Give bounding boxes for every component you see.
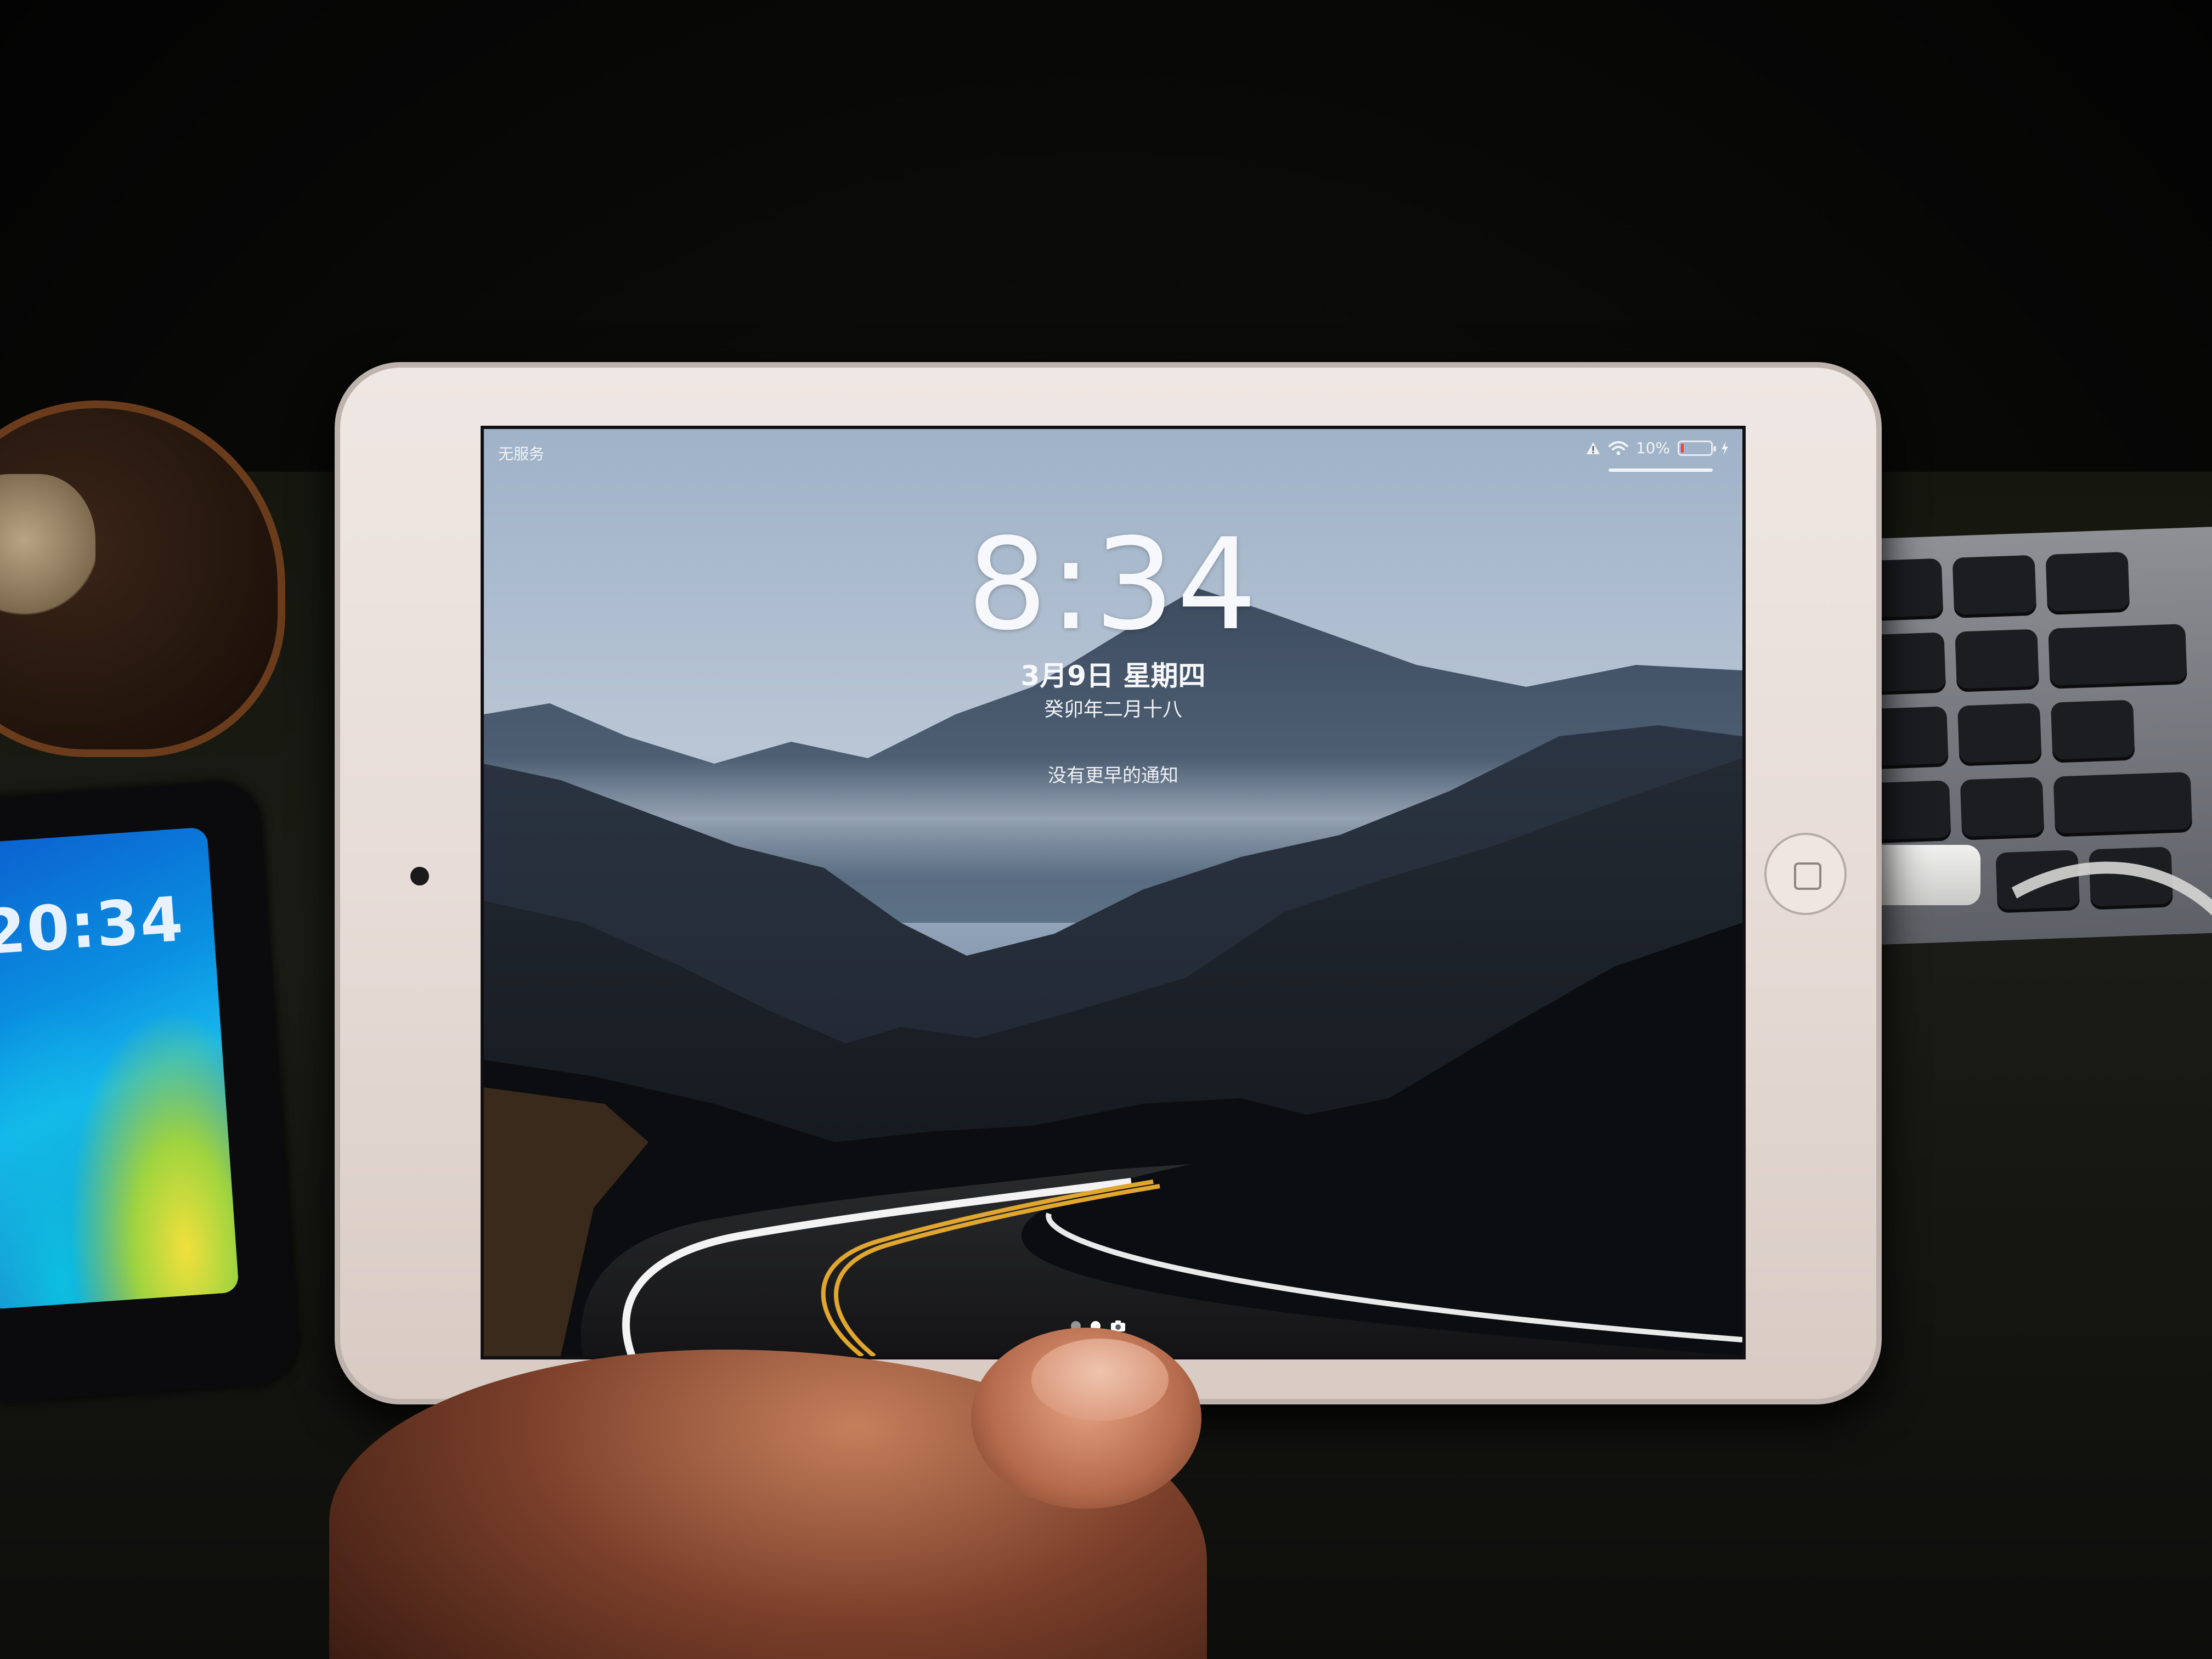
wifi-icon (1608, 441, 1628, 456)
keyboard-key (1952, 555, 2037, 618)
phone-screen: 20:34 (0, 827, 240, 1310)
cable-plug (1865, 845, 1980, 905)
keyboard-key (2045, 551, 2130, 615)
home-button-square-icon (1794, 862, 1821, 890)
keyboard-key (1960, 777, 2045, 840)
battery-cap (1713, 445, 1716, 452)
notification-center-empty-text[interactable]: 没有更早的通知 (484, 760, 1742, 787)
carrier-label: 无服务 (498, 445, 545, 463)
ipad-device: 无服务 10% 8:34 3月9日 星期四 癸卯年二月十八 没有更早的通知 (335, 362, 1882, 1404)
ipad-screen[interactable]: 无服务 10% 8:34 3月9日 星期四 癸卯年二月十八 没有更早的通知 (481, 426, 1746, 1359)
home-button[interactable] (1764, 833, 1847, 915)
keyboard-key (1957, 703, 2042, 766)
lock-screen-date: 3月9日 星期四 (1020, 660, 1206, 692)
front-camera (410, 867, 429, 885)
astronaut-print (0, 474, 95, 639)
photo-scene: 20:34 无服务 10% 8:34 3月9日 星期四 癸卯年二月十八 没有更早… (0, 0, 2212, 1659)
keyboard-key (2050, 699, 2135, 763)
battery-percent: 10% (1635, 439, 1670, 457)
phone-clock: 20:34 (0, 883, 187, 969)
charging-bolt-icon (1720, 441, 1729, 456)
keyboard-key (1955, 629, 2040, 692)
status-underline (1609, 469, 1713, 472)
alert-triangle-icon (1585, 441, 1601, 455)
keyboard-key (2053, 771, 2193, 837)
earbud-pouch (0, 400, 285, 757)
status-bar: 无服务 10% (484, 429, 1742, 473)
smartphone: 20:34 (0, 779, 301, 1404)
lock-screen-clock: 8:34 (967, 512, 1260, 658)
battery-level-fill (1681, 443, 1684, 453)
thumbnail (1031, 1339, 1169, 1421)
lock-screen-lunar-date: 癸卯年二月十八 (1043, 698, 1182, 721)
status-icons: 10% (1585, 439, 1729, 457)
battery-icon (1678, 440, 1716, 456)
keyboard-key (2048, 624, 2187, 689)
